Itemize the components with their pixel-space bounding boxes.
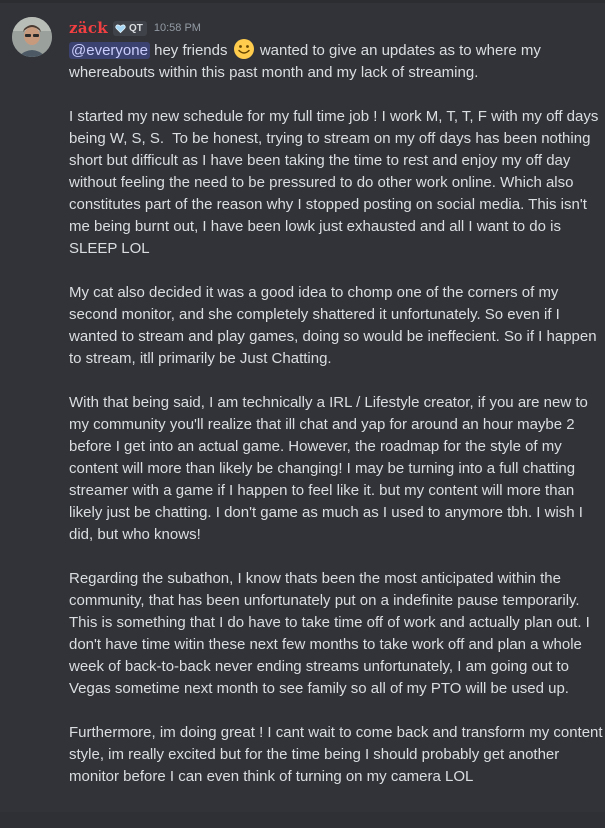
avatar-image (12, 17, 52, 57)
message-paragraph-intro: @everyone hey friends wanted to give an … (69, 38, 603, 84)
message-paragraph-schedule: I started my new schedule for my full ti… (69, 108, 603, 257)
message-paragraph-content-style: With that being said, I am technically a… (69, 394, 593, 543)
message-paragraph-cat: My cat also decided it was a good idea t… (69, 284, 601, 367)
avatar[interactable] (12, 17, 52, 57)
everyone-mention[interactable]: @everyone (69, 42, 150, 59)
intro-text-start: hey friends (149, 42, 232, 59)
message-header: zäck QT 10:58 PM (69, 18, 201, 38)
message-paragraph-subathon: Regarding the subathon, I know thats bee… (69, 570, 595, 697)
heart-icon (115, 24, 126, 33)
slightly-smiling-face-icon[interactable] (233, 38, 255, 60)
server-tag-badge[interactable]: QT (112, 20, 147, 36)
bottom-scroll-edge (0, 812, 605, 828)
message-paragraph-closing: Furthermore, im doing great ! I cant wai… (69, 724, 603, 785)
message-content: @everyone hey friends wanted to give an … (69, 38, 603, 810)
chat-message[interactable]: zäck QT 10:58 PM @everyone hey friends w… (0, 0, 605, 828)
server-tag-label: QT (128, 22, 143, 34)
message-timestamp[interactable]: 10:58 PM (154, 22, 201, 34)
author-name[interactable]: zäck (69, 19, 108, 37)
